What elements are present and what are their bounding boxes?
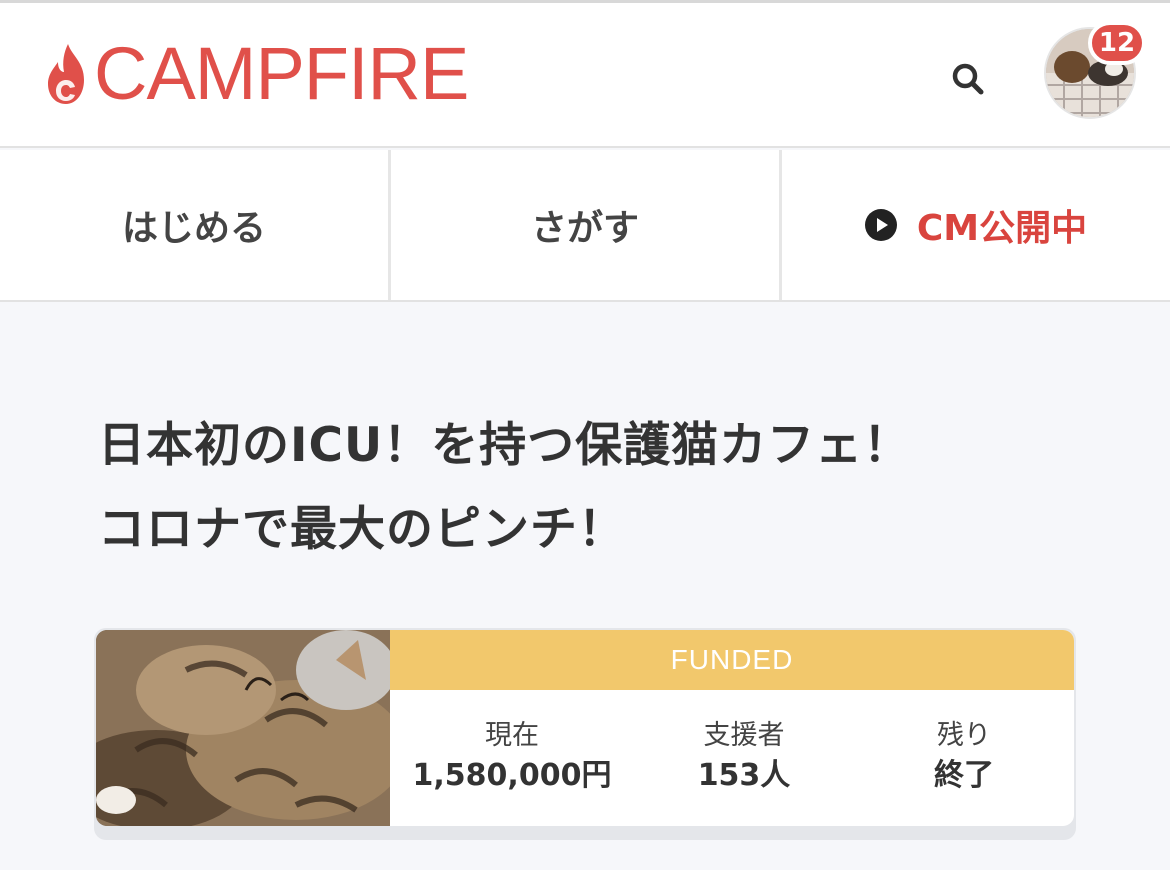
stat-remaining: 残り 終了 — [854, 690, 1074, 826]
stat-current-label: 現在 — [485, 720, 539, 751]
logo-text: CAMPFIRE — [94, 32, 469, 115]
nav-search[interactable]: さがす — [391, 150, 782, 300]
project-info: FUNDED 現在 1,580,000円 支援者 153人 残り 終了 — [390, 630, 1074, 826]
stat-current: 現在 1,580,000円 — [390, 690, 634, 826]
search-icon — [952, 63, 984, 95]
nav-cm-label: CM公開中 — [916, 208, 1088, 249]
project-title-line2: コロナで最大のピンチ！ — [98, 502, 626, 557]
project-title[interactable]: 日本初のICU！を持つ保護猫カフェ！ コロナで最大のピンチ！ — [98, 404, 1078, 572]
nav-start[interactable]: はじめる — [0, 150, 391, 300]
notification-badge[interactable]: 12 — [1088, 21, 1146, 65]
nav-cm[interactable]: CM公開中 — [782, 150, 1170, 300]
stat-remaining-label: 残り — [937, 720, 991, 751]
user-menu[interactable]: 12 — [1044, 21, 1146, 121]
funded-status-banner: FUNDED — [390, 630, 1074, 690]
nav-start-label: はじめる — [121, 208, 266, 249]
project-stats: 現在 1,580,000円 支援者 153人 残り 終了 — [390, 690, 1074, 826]
stat-remaining-value: 終了 — [934, 758, 994, 793]
nav-search-label: さがす — [530, 208, 639, 249]
project-thumbnail[interactable] — [96, 630, 406, 826]
flame-icon — [48, 44, 84, 104]
stat-current-value: 1,580,000円 — [412, 758, 612, 793]
campfire-logo[interactable]: CAMPFIRE — [44, 32, 469, 115]
play-icon — [864, 209, 897, 241]
project-title-line1: 日本初のICU！を持つ保護猫カフェ！ — [98, 418, 912, 473]
stat-supporters: 支援者 153人 — [634, 690, 854, 826]
stat-supporters-label: 支援者 — [703, 720, 785, 751]
main-nav: はじめる さがす CM公開中 — [0, 150, 1170, 302]
site-header: CAMPFIRE 12 — [0, 0, 1170, 148]
project-card[interactable]: FUNDED 現在 1,580,000円 支援者 153人 残り 終了 — [94, 628, 1076, 840]
search-button[interactable] — [944, 55, 992, 103]
stat-supporters-value: 153人 — [697, 758, 791, 793]
